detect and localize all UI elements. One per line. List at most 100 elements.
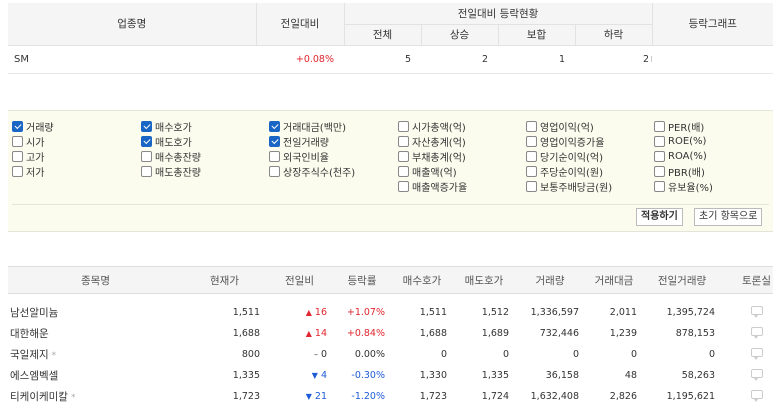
option-checkbox-item[interactable]: PBR(배) [654, 164, 772, 179]
speech-bubble-icon[interactable] [751, 348, 763, 360]
stock-name-cell[interactable]: 티케이케미칼 * [8, 386, 183, 407]
amount-cell: 1,239 [609, 327, 637, 339]
options-column: 거래대금(백만) 전일거래량 외국인비율 상장주식수(천주) [269, 119, 398, 194]
checked-checkbox-icon[interactable] [269, 136, 280, 147]
option-checkbox-item[interactable]: 시가 [12, 134, 141, 149]
industry-row: SM +0.08% 5 2 1 2 [8, 45, 773, 74]
unchecked-checkbox-icon[interactable] [398, 136, 409, 147]
discussion-cell[interactable] [721, 323, 773, 344]
option-checkbox-item[interactable]: 고가 [12, 149, 141, 164]
graph-bar-marker [651, 56, 652, 62]
option-checkbox-item[interactable]: 영업이익증가율 [526, 134, 654, 149]
unchecked-checkbox-icon[interactable] [398, 166, 409, 177]
option-label: 저가 [26, 168, 45, 179]
unchecked-checkbox-icon[interactable] [398, 121, 409, 132]
option-checkbox-item[interactable]: 매출액증가율 [398, 179, 526, 194]
option-checkbox-item[interactable]: 자산총계(억) [398, 134, 526, 149]
checked-checkbox-icon[interactable] [12, 121, 23, 132]
option-checkbox-item[interactable]: 매출액(억) [398, 164, 526, 179]
flat-dash-icon: – [313, 349, 318, 359]
unchecked-checkbox-icon[interactable] [526, 151, 537, 162]
unchecked-checkbox-icon[interactable] [654, 136, 665, 147]
table-row[interactable]: 남선알미늄 1,511 ▲ 16 +1.07% 1,511 1,512 1,336,597 2,… [8, 294, 773, 323]
diff-value: 14 [314, 327, 327, 339]
discussion-cell[interactable] [721, 344, 773, 365]
prev-volume-cell: 1,195,621 [666, 390, 715, 402]
stock-name-cell[interactable]: 대한해운 [8, 323, 183, 344]
unchecked-checkbox-icon[interactable] [12, 151, 23, 162]
unchecked-checkbox-icon[interactable] [398, 151, 409, 162]
option-checkbox-item[interactable]: 매수호가 [141, 119, 269, 134]
industry-up-count: 2 [421, 45, 498, 74]
stock-name-link[interactable]: 국일제지 [10, 349, 49, 361]
option-checkbox-item[interactable]: 매도총잔량 [141, 164, 269, 179]
reset-default-button[interactable]: 초기 항목으로 [694, 208, 763, 226]
option-checkbox-item[interactable]: 전일거래량 [269, 134, 398, 149]
stock-name-cell[interactable]: 에스엠벡셀 [8, 365, 183, 386]
unchecked-checkbox-icon[interactable] [398, 181, 409, 192]
unchecked-checkbox-icon[interactable] [12, 166, 23, 177]
table-row[interactable]: 에스엠벡셀 1,335 ▼ 4 -0.30% 1,330 1,335 36,158 48 58,2… [8, 365, 773, 386]
discussion-cell[interactable] [721, 294, 773, 323]
stock-name-link[interactable]: 남선알미늄 [10, 307, 58, 319]
unchecked-checkbox-icon[interactable] [526, 136, 537, 147]
unchecked-checkbox-icon[interactable] [654, 151, 665, 162]
option-checkbox-item[interactable]: ROE(%) [654, 134, 772, 149]
unchecked-checkbox-icon[interactable] [12, 136, 23, 147]
option-checkbox-item[interactable]: 거래대금(백만) [269, 119, 398, 134]
option-checkbox-item[interactable]: ROA(%) [654, 149, 772, 164]
discussion-cell[interactable] [721, 386, 773, 407]
option-checkbox-item[interactable]: 매수총잔량 [141, 149, 269, 164]
option-checkbox-item[interactable]: 외국인비율 [269, 149, 398, 164]
table-row[interactable]: 대한해운 1,688 ▲ 14 +0.84% 1,688 1,689 732,446 1,239… [8, 323, 773, 344]
unchecked-checkbox-icon[interactable] [654, 181, 665, 192]
unchecked-checkbox-icon[interactable] [269, 151, 280, 162]
diff-value: 21 [314, 390, 327, 402]
stock-name-link[interactable]: 에스엠벡셀 [10, 370, 58, 382]
option-checkbox-item[interactable]: 보통주배당금(원) [526, 179, 654, 194]
option-checkbox-item[interactable]: 부채총계(억) [398, 149, 526, 164]
stock-name-link[interactable]: 대한해운 [10, 328, 49, 340]
volume-cell: 1,632,408 [530, 390, 579, 402]
option-checkbox-item[interactable]: PER(배) [654, 119, 772, 134]
unchecked-checkbox-icon[interactable] [141, 166, 152, 177]
checked-checkbox-icon[interactable] [269, 121, 280, 132]
unchecked-checkbox-icon[interactable] [526, 166, 537, 177]
checked-checkbox-icon[interactable] [141, 121, 152, 132]
option-checkbox-item[interactable]: 거래량 [12, 119, 141, 134]
unchecked-checkbox-icon[interactable] [141, 151, 152, 162]
unchecked-checkbox-icon[interactable] [654, 121, 665, 132]
option-checkbox-item[interactable]: 영업이익(억) [526, 119, 654, 134]
option-checkbox-item[interactable]: 저가 [12, 164, 141, 179]
speech-bubble-icon[interactable] [751, 390, 763, 402]
checked-checkbox-icon[interactable] [141, 136, 152, 147]
table-row[interactable]: 국일제지 * 800–0 0.00% 0 0 0 0 0 [8, 344, 773, 365]
option-label: 고가 [26, 153, 45, 164]
option-checkbox-item[interactable]: 유보율(%) [654, 179, 772, 194]
unchecked-checkbox-icon[interactable] [526, 121, 537, 132]
option-checkbox-item[interactable]: 당기순이익(억) [526, 149, 654, 164]
stock-name-cell[interactable]: 국일제지 * [8, 344, 183, 365]
option-checkbox-item[interactable]: 주당순이익(원) [526, 164, 654, 179]
volume-cell: 732,446 [539, 327, 579, 339]
bid-cell: 1,330 [419, 369, 447, 381]
option-checkbox-item[interactable]: 시가총액(억) [398, 119, 526, 134]
unchecked-checkbox-icon[interactable] [526, 181, 537, 192]
up-arrow-icon: ▲ [305, 328, 312, 338]
option-label: PBR(배) [668, 168, 705, 179]
bid-cell: 1,688 [419, 327, 447, 339]
option-checkbox-item[interactable]: 상장주식수(천주) [269, 164, 398, 179]
option-label: PER(배) [668, 123, 705, 134]
discussion-cell[interactable] [721, 365, 773, 386]
apply-button[interactable]: 적용하기 [636, 208, 683, 226]
speech-bubble-icon[interactable] [751, 306, 763, 319]
options-column: 시가총액(억) 자산총계(억) 부채총계(억) 매출액(억) 매출액증가율 [398, 119, 526, 194]
unchecked-checkbox-icon[interactable] [269, 166, 280, 177]
speech-bubble-icon[interactable] [751, 369, 763, 381]
stock-name-cell[interactable]: 남선알미늄 [8, 294, 183, 323]
unchecked-checkbox-icon[interactable] [654, 166, 665, 177]
speech-bubble-icon[interactable] [751, 327, 763, 339]
option-checkbox-item[interactable]: 매도호가 [141, 134, 269, 149]
table-row[interactable]: 티케이케미칼 * 1,723 ▼ 21 -1.20% 1,723 1,724 1,632,408… [8, 386, 773, 407]
stock-name-link[interactable]: 티케이케미칼 [10, 391, 68, 403]
